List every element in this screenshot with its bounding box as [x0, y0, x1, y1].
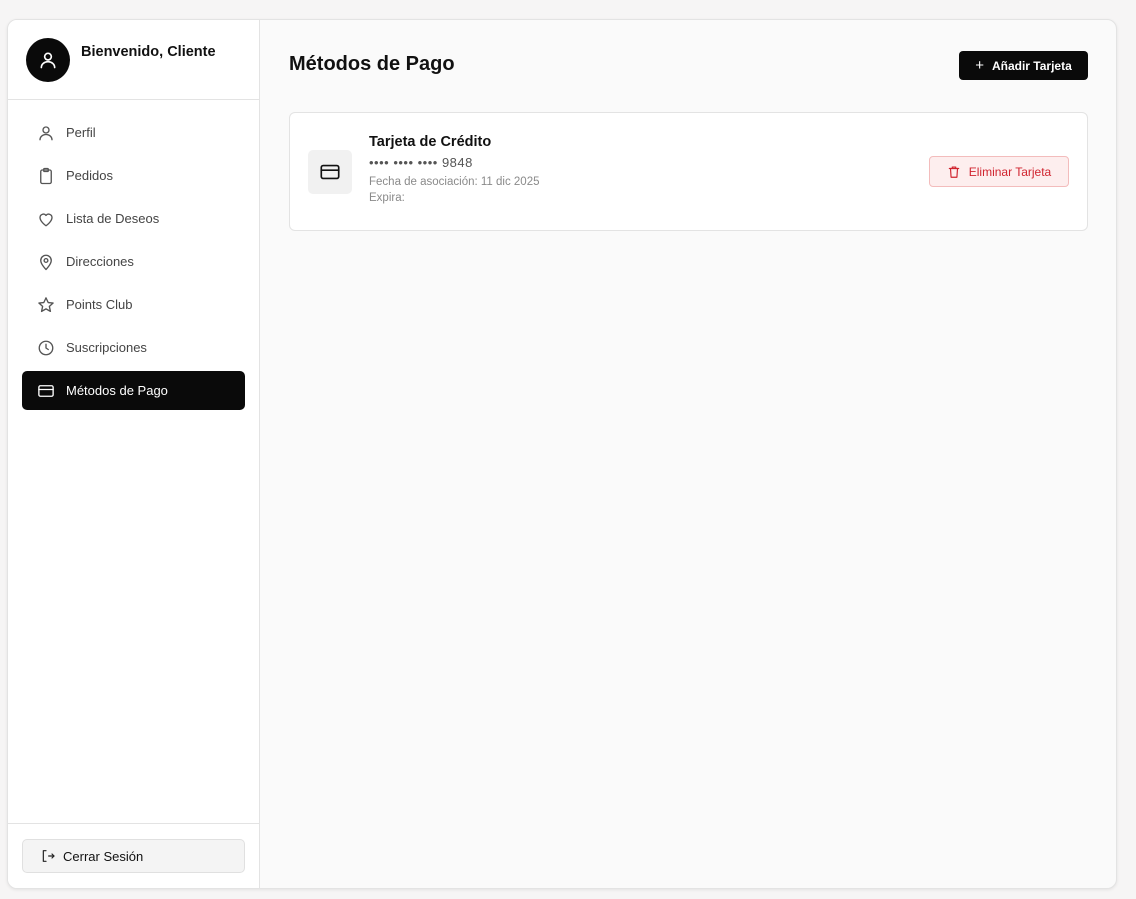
sidebar-item-metodos-de-pago[interactable]: Métodos de Pago: [22, 371, 245, 410]
sidebar-item-label: Direcciones: [66, 254, 134, 269]
sidebar-item-label: Points Club: [66, 297, 133, 312]
sidebar-item-points-club[interactable]: Points Club: [22, 285, 245, 324]
star-icon: [36, 295, 56, 315]
sidebar-item-suscripciones[interactable]: Suscripciones: [22, 328, 245, 367]
sidebar-item-label: Métodos de Pago: [66, 383, 168, 398]
add-card-button[interactable]: + Añadir Tarjeta: [959, 51, 1088, 80]
sidebar-header: Bienvenido, Cliente: [8, 20, 259, 100]
payment-card-item: Tarjeta de Crédito •••• •••• •••• 9848 F…: [289, 112, 1088, 231]
avatar: [26, 38, 70, 82]
trash-icon: [947, 165, 961, 179]
user-icon: [40, 52, 56, 69]
sidebar-nav: Perfil Pedidos Lista de Deseos Direccion…: [8, 100, 259, 823]
sidebar-item-lista-de-deseos[interactable]: Lista de Deseos: [22, 199, 245, 238]
account-window: Bienvenido, Cliente Perfil Pedidos Lista…: [7, 19, 1117, 889]
sidebar-item-label: Pedidos: [66, 168, 113, 183]
card-info: Tarjeta de Crédito •••• •••• •••• 9848 F…: [369, 134, 539, 204]
page-title: Métodos de Pago: [289, 53, 455, 75]
sidebar-item-label: Lista de Deseos: [66, 211, 160, 226]
sidebar-item-label: Perfil: [66, 125, 96, 140]
clock-icon: [36, 338, 56, 358]
main-content: Métodos de Pago + Añadir Tarjeta Tarjeta…: [260, 20, 1116, 888]
logout-icon: [40, 848, 56, 864]
welcome-text: Bienvenido, Cliente: [81, 44, 216, 60]
delete-card-label: Eliminar Tarjeta: [968, 164, 1052, 179]
sidebar-item-pedidos[interactable]: Pedidos: [22, 156, 245, 195]
credit-card-icon: [308, 150, 352, 194]
sidebar: Bienvenido, Cliente Perfil Pedidos Lista…: [8, 20, 260, 888]
credit-card-icon: [36, 381, 56, 401]
clipboard-icon: [36, 166, 56, 186]
card-expiry: Expira:: [369, 192, 405, 204]
sidebar-item-label: Suscripciones: [66, 340, 147, 355]
logout-label: Cerrar Sesión: [63, 848, 144, 864]
sidebar-item-direcciones[interactable]: Direcciones: [22, 242, 245, 281]
add-card-label: Añadir Tarjeta: [991, 58, 1072, 73]
sidebar-footer: Cerrar Sesión: [8, 823, 259, 888]
sidebar-item-perfil[interactable]: Perfil: [22, 113, 245, 152]
map-pin-icon: [36, 252, 56, 272]
logout-button[interactable]: Cerrar Sesión: [22, 839, 245, 873]
heart-icon: [36, 209, 56, 229]
card-association-date: Fecha de asociación: 11 dic 2025: [369, 176, 540, 188]
delete-card-button[interactable]: Eliminar Tarjeta: [929, 156, 1069, 187]
user-icon: [36, 123, 56, 143]
card-number: •••• •••• •••• 9848: [369, 155, 473, 170]
card-title: Tarjeta de Crédito: [369, 134, 492, 150]
plus-icon: +: [975, 57, 984, 74]
